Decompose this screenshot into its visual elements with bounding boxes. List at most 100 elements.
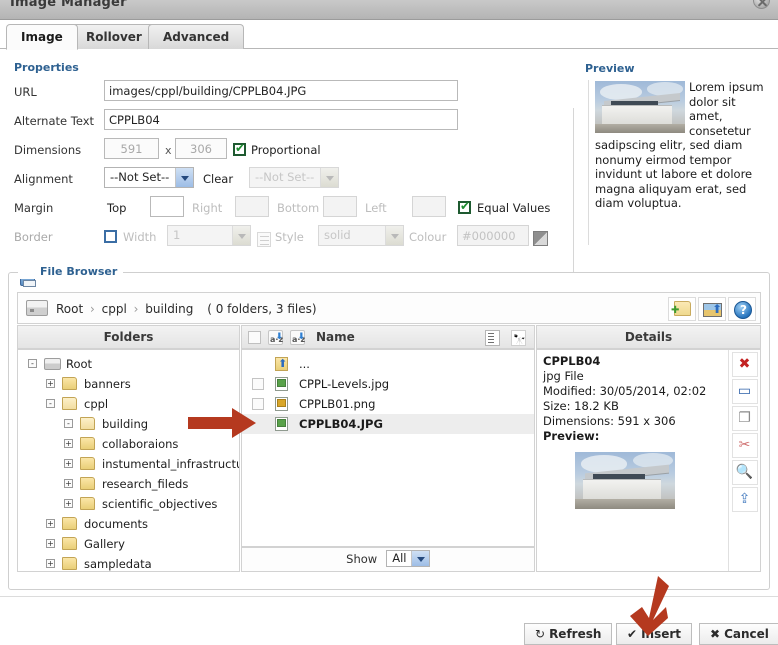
delete-button[interactable]: ✖ — [731, 352, 758, 377]
tree-toggle-icon[interactable]: + — [46, 379, 55, 388]
cancel-button[interactable]: ✖ Cancel — [699, 623, 778, 645]
preview-image — [595, 81, 685, 133]
tree-item-scientific-objectives[interactable]: + scientific_objectives — [20, 494, 239, 514]
tree-toggle-icon[interactable]: + — [64, 499, 73, 508]
alternate-text-input[interactable] — [104, 109, 458, 130]
cut-button[interactable]: ✂ — [731, 433, 758, 458]
tree-toggle-icon[interactable]: + — [46, 519, 55, 528]
file-browser-body: Root › cppl › building ( 0 folders, 3 fi… — [8, 272, 770, 590]
url-label: URL — [14, 85, 37, 99]
file-checkbox[interactable] — [252, 378, 264, 390]
tab-rollover[interactable]: Rollover — [71, 24, 157, 49]
folder-icon — [80, 497, 95, 510]
dimensions-width-input[interactable] — [104, 138, 159, 159]
margin-top-input[interactable] — [150, 196, 184, 217]
refresh-button[interactable]: ↻ Refresh — [524, 623, 613, 645]
file-checkbox[interactable] — [252, 398, 264, 410]
tree-toggle-icon[interactable]: - — [64, 419, 73, 428]
tree-toggle-icon[interactable]: - — [46, 399, 55, 408]
insert-button[interactable]: ✔ Insert — [616, 623, 693, 645]
list-item-selected[interactable]: CPPLB04.JPG — [242, 414, 534, 434]
folder-icon — [80, 477, 95, 490]
clear-select[interactable]: --Not Set-- — [249, 167, 339, 188]
list-view-icon[interactable] — [485, 330, 500, 346]
border-width-select[interactable]: 1 — [167, 225, 251, 246]
tree-toggle-icon[interactable]: + — [64, 459, 73, 468]
tab-image[interactable]: Image — [6, 24, 78, 50]
chevron-down-icon — [320, 168, 338, 187]
new-folder-button[interactable] — [668, 297, 696, 321]
alignment-select[interactable]: --Not Set-- — [104, 167, 194, 188]
magnifier-icon: 🔍 — [735, 464, 754, 480]
new-folder-icon — [671, 301, 691, 316]
preview-legend: Preview — [585, 62, 635, 75]
show-select[interactable]: All — [385, 550, 430, 567]
list-item[interactable]: ... — [242, 354, 534, 374]
clear-select-value: --Not Set-- — [255, 170, 315, 184]
copy-icon: ❐ — [738, 410, 751, 426]
dimensions-height-input[interactable] — [175, 138, 227, 159]
proportional-checkbox[interactable] — [233, 141, 246, 156]
tree-toggle-icon[interactable]: + — [46, 539, 55, 548]
tree-item-label: instumental_infrastructure — [102, 457, 240, 471]
tree-item-banners[interactable]: + banners — [20, 374, 239, 394]
equal-values-checkbox[interactable] — [458, 199, 471, 214]
tab-advanced[interactable]: Advanced — [148, 24, 245, 49]
border-checkbox[interactable] — [104, 230, 117, 243]
rename-icon: ▭ — [737, 383, 752, 399]
url-input[interactable] — [104, 80, 458, 101]
find-icon[interactable] — [511, 330, 526, 346]
tree-toggle-icon[interactable]: + — [64, 479, 73, 488]
zoom-button[interactable]: 🔍 — [731, 460, 758, 485]
breadcrumb-separator: › — [133, 302, 139, 316]
copy-button[interactable]: ❐ — [731, 406, 758, 431]
drive-icon — [26, 300, 48, 316]
tree-item-documents[interactable]: + documents — [20, 514, 239, 534]
tree-item-collaboraions[interactable]: + collaboraions — [20, 434, 239, 454]
breadcrumb-root[interactable]: Root — [56, 302, 83, 316]
tree-item-gallery[interactable]: + Gallery — [20, 534, 239, 554]
tree-item-cppl[interactable]: - cppl — [20, 394, 239, 414]
tree-item-sampledata[interactable]: + sampledata — [20, 554, 239, 571]
sort-az-icon[interactable]: a·z — [268, 326, 283, 348]
rename-button[interactable]: ▭ — [731, 379, 758, 404]
cut-icon: ✂ — [738, 437, 751, 453]
tree-item-label: Root — [66, 357, 93, 371]
list-item[interactable]: CPPLB01.png — [242, 394, 534, 414]
list-item[interactable]: CPPL-Levels.jpg — [242, 374, 534, 394]
details-action-bar: ✖ ▭ ❐ ✂ 🔍 ⇪ — [728, 350, 760, 571]
help-button[interactable] — [728, 297, 756, 321]
upload-image-button[interactable] — [698, 297, 726, 321]
border-colour-input[interactable] — [457, 225, 529, 246]
tree-item-root[interactable]: - Root — [20, 354, 239, 374]
properties-preview-divider — [573, 108, 574, 298]
colour-picker-icon[interactable] — [533, 231, 548, 246]
tree-toggle-icon[interactable]: + — [64, 439, 73, 448]
tree-toggle-icon[interactable]: + — [46, 559, 55, 568]
sort-za-icon[interactable]: a·z — [290, 326, 305, 348]
breadcrumb-building[interactable]: building — [145, 302, 193, 316]
chevron-down-icon — [410, 551, 429, 566]
tree-item-instumental-infrastructure[interactable]: + instumental_infrastructure — [20, 454, 239, 474]
jpg-file-icon — [275, 377, 288, 391]
margin-left-label: Left — [365, 201, 387, 215]
tree-item-label: building — [102, 417, 149, 431]
cancel-label: Cancel — [724, 627, 769, 641]
border-style-label: Style — [275, 230, 304, 244]
margin-right-input[interactable] — [235, 196, 269, 217]
margin-left-input[interactable] — [412, 196, 446, 217]
close-icon[interactable] — [753, 0, 770, 9]
file-name: ... — [299, 357, 310, 371]
details-type: jpg File — [543, 369, 584, 383]
upload-icon: ⇪ — [738, 491, 751, 507]
tree-toggle-icon[interactable]: - — [28, 359, 37, 368]
breadcrumb-cppl[interactable]: cppl — [102, 302, 127, 316]
tree-item-research-fileds[interactable]: + research_fileds — [20, 474, 239, 494]
column-header-details: Details — [536, 325, 761, 349]
upload-button[interactable]: ⇪ — [731, 487, 758, 512]
tree-item-building[interactable]: - building — [20, 414, 239, 434]
border-style-select[interactable]: solid — [318, 225, 404, 246]
select-all-checkbox[interactable] — [248, 331, 261, 344]
window-title: Image Manager — [10, 0, 127, 10]
margin-bottom-input[interactable] — [323, 196, 357, 217]
